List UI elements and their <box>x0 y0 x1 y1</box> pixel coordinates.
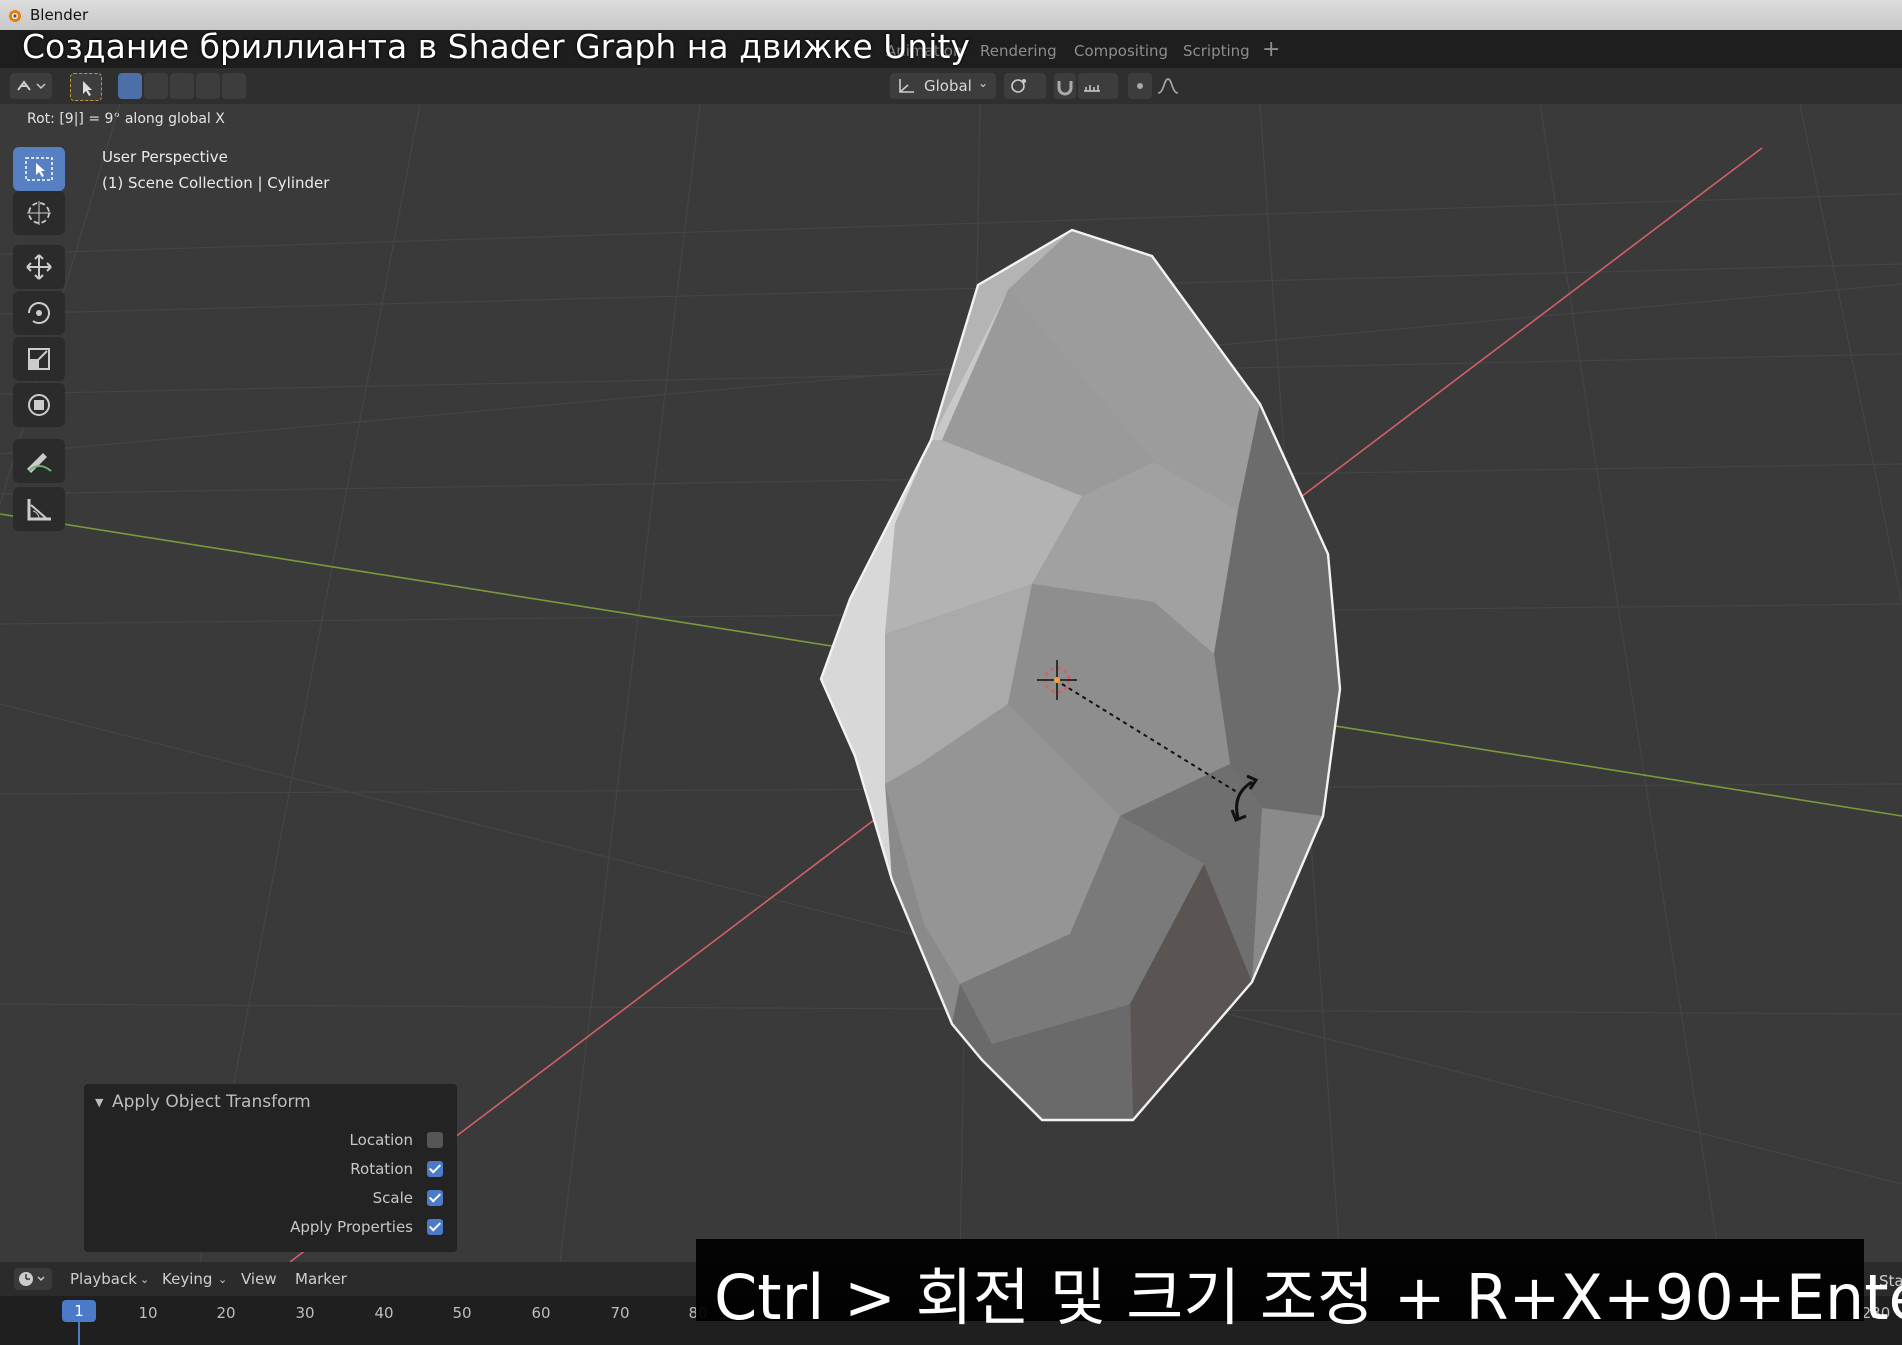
chevron-down-icon: ⌄ <box>218 1273 228 1286</box>
frame-tick: 70 <box>610 1304 630 1322</box>
cursor-arrow-icon <box>83 81 92 96</box>
chevron-down-icon: ⌄ <box>977 76 988 90</box>
option-label: Scale <box>372 1189 413 1207</box>
snap-increment-icon <box>1084 85 1100 92</box>
tab-scripting[interactable]: Scripting <box>1183 42 1250 60</box>
measure-icon <box>27 499 51 521</box>
video-overlay-title: Создание бриллианта в Shader Graph на дв… <box>22 27 970 66</box>
gem-mesh <box>819 228 1342 1122</box>
select-extend-button[interactable] <box>144 73 168 99</box>
tab-compositing[interactable]: Compositing <box>1074 42 1168 60</box>
frame-tick: 20 <box>216 1304 236 1322</box>
transform-icon <box>28 394 50 416</box>
collection-info: (1) Scene Collection | Cylinder <box>102 174 330 192</box>
window-title: Blender <box>30 6 89 24</box>
chevron-down-icon: ⌄ <box>140 1273 150 1286</box>
add-workspace-icon[interactable]: + <box>1262 37 1280 62</box>
snap-target-button[interactable] <box>1078 73 1118 99</box>
rotate-icon <box>28 302 50 324</box>
tool-move[interactable] <box>13 245 65 289</box>
frame-tick: 60 <box>531 1304 551 1322</box>
option-label: Rotation <box>350 1160 413 1178</box>
frame-tick: 40 <box>374 1304 394 1322</box>
collapse-triangle-icon[interactable]: ▼ <box>95 1096 103 1109</box>
option-label: Apply Properties <box>290 1218 413 1236</box>
select-subtract-button[interactable] <box>170 73 194 99</box>
proportional-edit-button[interactable] <box>1128 73 1152 99</box>
pivot-icon <box>1011 79 1026 93</box>
scale-icon <box>28 348 50 370</box>
menu-view[interactable]: View <box>241 1270 277 1288</box>
menu-marker[interactable]: Marker <box>295 1270 347 1288</box>
tool-scale[interactable] <box>13 337 65 381</box>
tab-rendering[interactable]: Rendering <box>980 42 1057 60</box>
tool-annotate[interactable] <box>13 439 65 483</box>
select-intersect-button[interactable] <box>222 73 246 99</box>
proportional-dot-icon <box>1137 83 1143 89</box>
cursor-icon <box>27 201 51 225</box>
window-titlebar: Blender <box>0 0 1902 30</box>
location-checkbox[interactable] <box>427 1132 443 1148</box>
frame-tick: 10 <box>138 1304 158 1322</box>
editor-type-icon <box>17 80 46 91</box>
tool-measure[interactable] <box>13 487 65 531</box>
snap-toggle-button[interactable] <box>1054 73 1076 99</box>
editor-type-button[interactable] <box>10 73 52 99</box>
current-frame-indicator[interactable]: 1 <box>62 1300 96 1322</box>
apply-properties-checkbox[interactable] <box>427 1219 443 1235</box>
clock-icon <box>19 1272 45 1286</box>
move-icon <box>26 254 52 280</box>
timeline-editor-type-button[interactable] <box>14 1268 52 1290</box>
option-label: Location <box>349 1131 413 1149</box>
tool-select-box[interactable] <box>13 147 65 191</box>
select-mode-button[interactable] <box>70 73 102 101</box>
frame-tick: 30 <box>295 1304 315 1322</box>
rotation-checkbox[interactable] <box>427 1161 443 1177</box>
subtitle-text: Ctrl > 회전 및 크기 조정 + R+X+90+Enter <box>714 1261 1902 1334</box>
blender-logo-icon <box>9 10 21 22</box>
panel-title[interactable]: Apply Object Transform <box>112 1092 311 1112</box>
frame-tick: 50 <box>452 1304 472 1322</box>
menu-playback[interactable]: Playback <box>70 1270 137 1288</box>
playhead-line[interactable] <box>78 1322 80 1345</box>
apply-transform-panel: ▼ Apply Object Transform Location Rotati… <box>84 1084 457 1252</box>
pivot-point-button[interactable] <box>1004 73 1046 99</box>
falloff-button[interactable] <box>1154 73 1194 99</box>
orientation-axes-icon <box>899 79 914 93</box>
magnet-icon <box>1057 81 1073 96</box>
transform-orientation-dropdown[interactable]: Global ⌄ <box>890 73 996 99</box>
select-box-icon <box>25 157 53 181</box>
scale-checkbox[interactable] <box>427 1190 443 1206</box>
orientation-label: Global <box>924 77 972 95</box>
falloff-curve-icon <box>1157 78 1179 94</box>
tool-rotate[interactable] <box>13 291 65 335</box>
tool-transform[interactable] <box>13 383 65 427</box>
viewport-header: Global ⌄ <box>0 68 1902 104</box>
menu-keying[interactable]: Keying <box>162 1270 212 1288</box>
view-name: User Perspective <box>102 148 228 166</box>
annotate-icon <box>27 453 52 473</box>
video-subtitle: Ctrl > 회전 및 크기 조정 + R+X+90+Enter <box>696 1239 1902 1334</box>
select-invert-button[interactable] <box>196 73 220 99</box>
tool-cursor[interactable] <box>13 191 65 235</box>
select-new-button[interactable] <box>118 73 142 99</box>
